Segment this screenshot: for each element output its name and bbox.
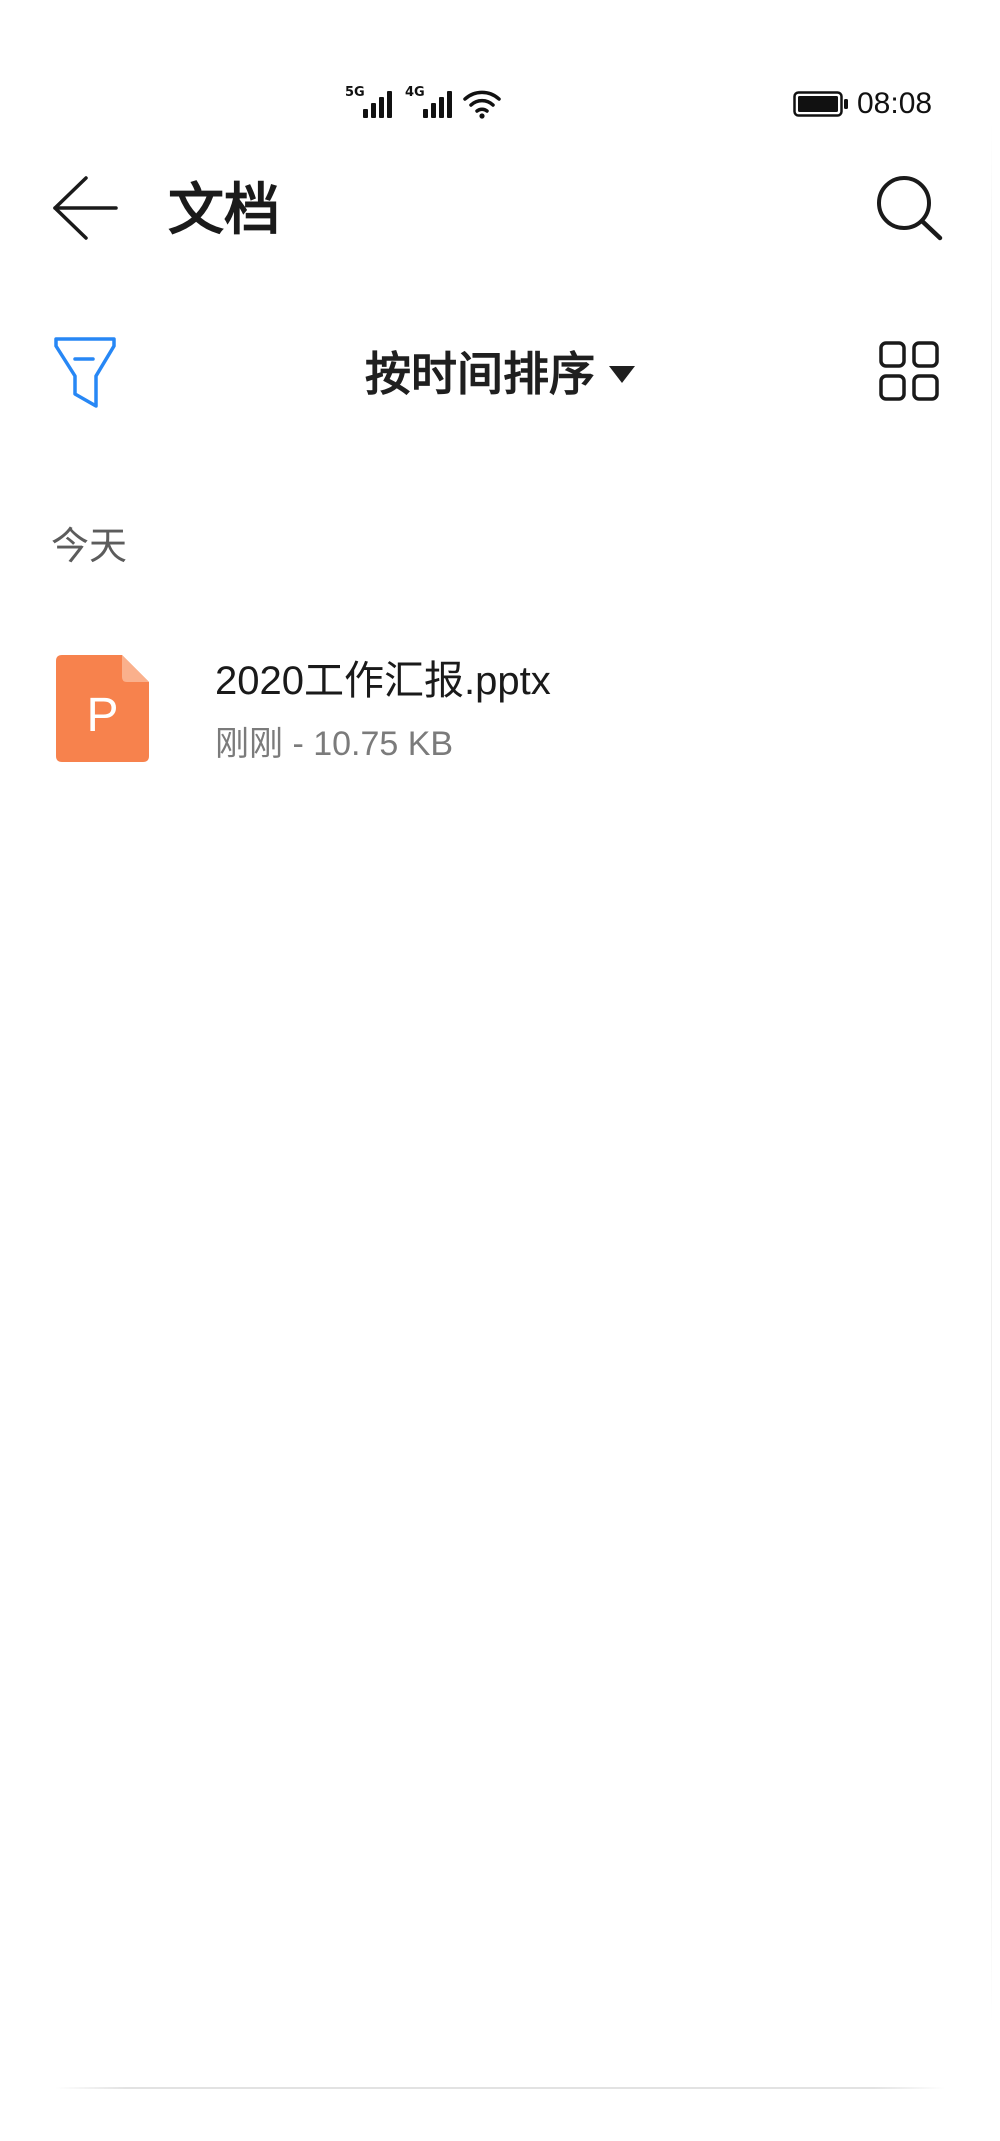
file-meta: 刚刚 - 10.75 KB bbox=[215, 725, 454, 763]
signal-icon bbox=[363, 86, 396, 118]
sort-dropdown[interactable]: 按时间排序 bbox=[300, 344, 700, 404]
status-time: 08:08 bbox=[857, 87, 933, 120]
screen-edge-bottom bbox=[55, 2087, 945, 2089]
file-type-letter: P bbox=[86, 689, 119, 742]
network-type-label: 5G bbox=[345, 85, 365, 100]
page-title: 文档 bbox=[168, 178, 280, 241]
search-icon[interactable] bbox=[872, 170, 948, 246]
dropdown-triangle-icon bbox=[609, 365, 635, 383]
file-name: 2020工作汇报.pptx bbox=[215, 659, 551, 703]
list-item-file[interactable]: P 2020工作汇报.pptx 刚刚 - 10.75 KB bbox=[0, 630, 1000, 790]
filter-icon[interactable] bbox=[52, 334, 118, 410]
back-arrow-icon[interactable] bbox=[50, 172, 122, 244]
battery-icon bbox=[793, 91, 848, 117]
wifi-icon bbox=[463, 90, 501, 119]
pptx-file-icon: P bbox=[56, 655, 149, 762]
network-type-label: 4G bbox=[405, 85, 425, 100]
cellular-signal-5g: 5G bbox=[345, 86, 397, 118]
grid-view-icon[interactable] bbox=[877, 339, 941, 403]
screen-edge-right bbox=[991, 123, 992, 2023]
sort-label: 按时间排序 bbox=[365, 348, 595, 400]
cellular-signal-4g: 4G bbox=[405, 86, 457, 118]
signal-icon bbox=[423, 86, 456, 118]
section-header-today: 今天 bbox=[51, 526, 128, 568]
